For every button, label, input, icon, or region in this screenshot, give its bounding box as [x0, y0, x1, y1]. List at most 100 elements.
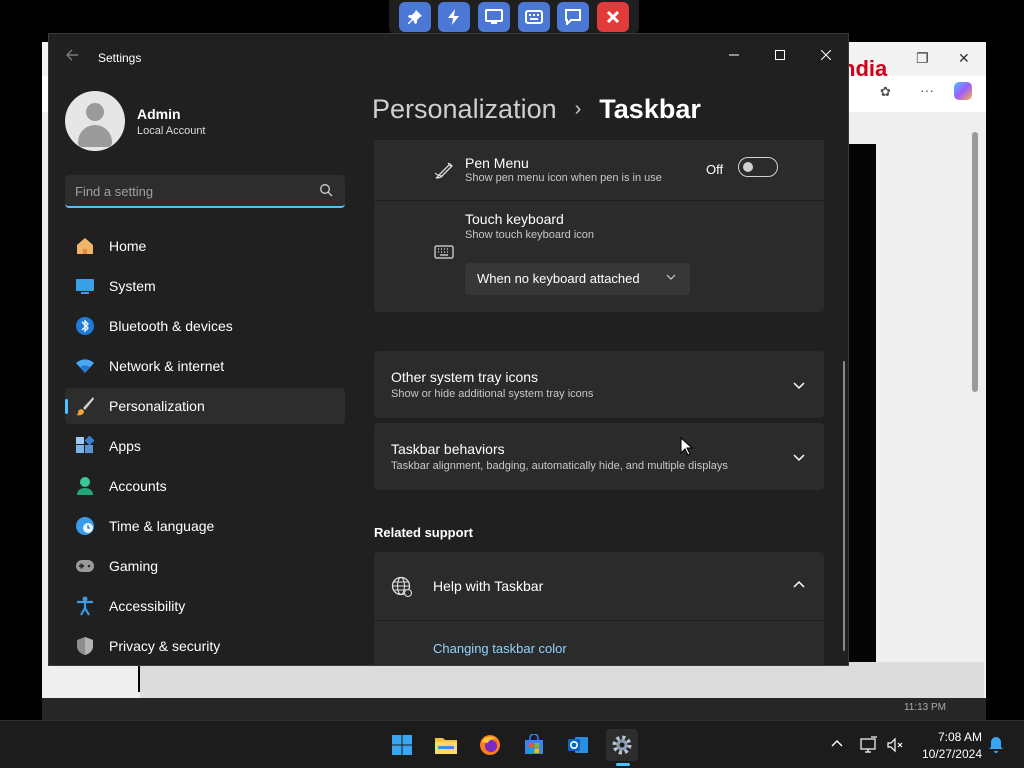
background-restore-icon[interactable]: ❐ [916, 50, 929, 67]
title-bar: Settings [49, 34, 848, 82]
breadcrumb-separator: › [574, 98, 582, 120]
file-explorer-icon[interactable] [430, 729, 462, 761]
sidebar-item-label: Network & internet [109, 358, 225, 374]
more-icon[interactable]: ··· [920, 82, 934, 98]
globe-clock-icon [75, 516, 95, 536]
pen-menu-toggle[interactable] [738, 157, 778, 177]
monitor-icon[interactable] [478, 2, 511, 32]
chevron-down-icon[interactable] [792, 378, 806, 392]
clock-time[interactable]: 7:08 AM [920, 730, 982, 744]
sidebar-item-personalization[interactable]: Personalization [65, 388, 345, 424]
brush-icon [75, 396, 95, 416]
content-scrollbar[interactable] [843, 361, 845, 651]
copilot-icon[interactable] [954, 82, 972, 100]
apps-icon [75, 436, 95, 456]
sidebar-item-bluetooth[interactable]: Bluetooth & devices [65, 308, 345, 344]
touch-keyboard-description: Show touch keyboard icon [465, 229, 595, 241]
extension-icon[interactable]: ✿ [880, 84, 891, 100]
clock-date[interactable]: 10/27/2024 [912, 747, 982, 761]
help-taskbar-title[interactable]: Help with Taskbar [433, 578, 543, 594]
chevron-down-icon[interactable] [792, 450, 806, 464]
chevron-down-icon [666, 274, 676, 280]
sidebar-item-apps[interactable]: Apps [65, 428, 345, 464]
outlook-icon[interactable] [562, 729, 594, 761]
background-taskbar: 11:13 PM [42, 698, 986, 720]
network-status-icon[interactable] [860, 736, 878, 754]
pen-menu-description: Show pen menu icon when pen is in use [465, 172, 662, 184]
background-close-icon[interactable]: ✕ [958, 50, 970, 67]
taskbar-behaviors-title: Taskbar behaviors [391, 441, 505, 457]
changing-taskbar-color-link[interactable]: Changing taskbar color [433, 641, 567, 656]
gamepad-icon [75, 556, 95, 576]
touch-keyboard-selected: When no keyboard attached [477, 271, 640, 286]
globe-icon [391, 576, 413, 598]
account-type: Local Account [137, 125, 206, 137]
network-icon [75, 356, 95, 376]
sidebar-item-label: Bluetooth & devices [109, 318, 233, 334]
sidebar-item-network[interactable]: Network & internet [65, 348, 345, 384]
keyboard-icon[interactable] [517, 2, 550, 32]
shield-icon [75, 636, 95, 656]
sidebar-item-label: Accessibility [109, 598, 186, 614]
minimize-icon [729, 54, 739, 56]
search-box[interactable] [65, 175, 345, 208]
back-button[interactable] [65, 48, 85, 68]
breadcrumb-parent[interactable]: Personalization [372, 94, 557, 125]
maximize-button[interactable] [757, 40, 803, 70]
search-input[interactable] [75, 182, 305, 200]
other-tray-icons-description: Show or hide additional system tray icon… [391, 388, 594, 400]
sidebar-nav: Home System Bluetooth & devices Network … [65, 228, 345, 665]
taskbar-behaviors-card[interactable]: Taskbar behaviors Taskbar alignment, bad… [374, 423, 824, 490]
chevron-up-icon[interactable] [830, 737, 844, 751]
sidebar-item-system[interactable]: System [65, 268, 345, 304]
other-tray-icons-title: Other system tray icons [391, 369, 539, 385]
sidebar-item-accounts[interactable]: Accounts [65, 468, 345, 504]
touch-keyboard-title: Touch keyboard [465, 211, 564, 227]
lightning-icon[interactable] [438, 2, 471, 32]
sidebar-item-time-language[interactable]: Time & language [65, 508, 345, 544]
maximize-icon [775, 50, 785, 60]
settings-window: Settings Admin Local Account H [48, 33, 849, 666]
settings-icon[interactable] [606, 729, 638, 761]
close-icon[interactable] [597, 2, 630, 32]
pen-icon [434, 162, 453, 179]
sidebar-item-label: Privacy & security [109, 638, 221, 654]
sidebar-item-label: System [109, 278, 156, 294]
help-taskbar-card: Help with Taskbar Changing taskbar color [374, 552, 824, 665]
background-scrollbar[interactable] [970, 122, 980, 682]
volume-muted-icon[interactable] [886, 736, 904, 754]
sidebar-item-gaming[interactable]: Gaming [65, 548, 345, 584]
search-icon[interactable] [319, 183, 333, 197]
taskbar: 7:08 AM 10/27/2024 [0, 720, 1024, 768]
other-tray-icons-card[interactable]: Other system tray icons Show or hide add… [374, 351, 824, 418]
firefox-icon[interactable] [474, 729, 506, 761]
breadcrumb: Personalization › Taskbar [372, 94, 701, 125]
pen-touch-card: Pen Menu Show pen menu icon when pen is … [374, 139, 824, 312]
close-window-icon [820, 49, 832, 61]
chevron-up-icon[interactable] [792, 578, 806, 592]
pin-icon[interactable] [398, 2, 431, 32]
sidebar-item-home[interactable]: Home [65, 228, 345, 264]
divider [374, 620, 824, 621]
notification-bell-icon[interactable] [988, 736, 1004, 754]
sidebar-item-label: Home [109, 238, 147, 254]
remote-desktop-toolbar [389, 0, 639, 34]
home-icon [75, 236, 95, 256]
touch-keyboard-dropdown[interactable]: When no keyboard attached [465, 263, 690, 295]
sidebar-item-label: Accounts [109, 478, 167, 494]
chat-icon[interactable] [557, 2, 590, 32]
close-button[interactable] [803, 40, 848, 70]
windows-start-icon[interactable] [386, 729, 418, 761]
sidebar-item-label: Gaming [109, 558, 159, 574]
user-name: Admin [137, 106, 181, 122]
page-title: Taskbar [599, 94, 701, 124]
store-icon[interactable] [518, 729, 550, 761]
pen-menu-toggle-label: Off [706, 162, 724, 177]
avatar[interactable] [65, 91, 125, 151]
minimize-button[interactable] [711, 40, 757, 70]
sidebar-item-accessibility[interactable]: Accessibility [65, 588, 345, 624]
background-lower-strip [140, 662, 984, 698]
active-app-indicator [616, 763, 630, 766]
sidebar-item-privacy[interactable]: Privacy & security [65, 628, 345, 664]
mouse-cursor-icon [680, 437, 694, 456]
